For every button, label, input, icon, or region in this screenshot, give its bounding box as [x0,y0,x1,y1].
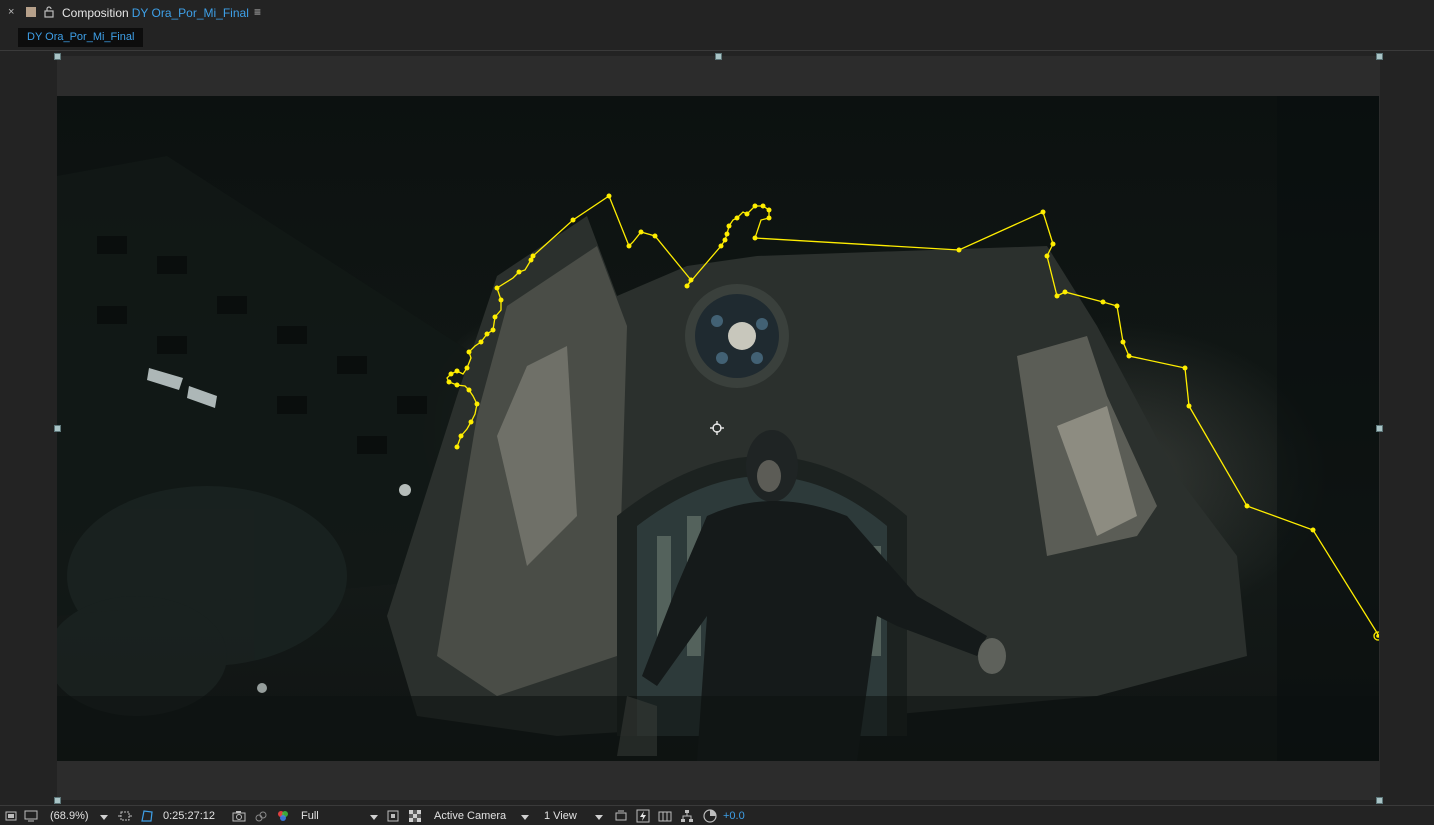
composition-viewer[interactable] [0,51,1434,805]
label-color-swatch[interactable] [26,7,36,17]
rgb-channels-icon[interactable] [276,809,290,823]
toggle-pixel-aspect-icon[interactable] [614,809,628,823]
layer-handle-top-center[interactable] [715,53,722,60]
panel-title: Composition DY Ora_Por_Mi_Final [62,6,249,20]
view-layout-chevron-down-icon[interactable] [595,815,603,820]
lock-icon[interactable] [44,6,54,18]
layer-handle-middle-left[interactable] [54,425,61,432]
transparency-grid-icon[interactable] [408,809,422,823]
close-icon[interactable]: × [8,6,18,18]
panel-menu-icon[interactable]: ≡ [254,6,264,18]
region-of-interest-icon[interactable] [118,809,132,823]
layer-handle-middle-right[interactable] [1376,425,1383,432]
flowchart-icon[interactable] [680,809,694,823]
layer-handle-bottom-left[interactable] [54,797,61,804]
reset-exposure-icon[interactable] [703,809,717,823]
camera-view-dropdown[interactable]: Active Camera [434,809,506,823]
magnification-dropdown[interactable]: (68.9%) [50,809,89,823]
composition-tab[interactable]: DY Ora_Por_Mi_Final [18,28,144,47]
view-layout-dropdown[interactable]: 1 View [544,809,577,823]
panel-header: × Composition DY Ora_Por_Mi_Final ≡ [0,0,1434,26]
layer-handle-top-right[interactable] [1376,53,1383,60]
timeline-icon[interactable] [658,809,672,823]
monitor-icon[interactable] [24,809,38,823]
camera-snapshot-icon[interactable] [232,809,246,823]
show-snapshot-icon[interactable] [254,809,268,823]
region-toggle-icon[interactable] [386,809,400,823]
always-preview-icon[interactable] [4,809,18,823]
fast-previews-icon[interactable] [636,809,650,823]
camera-view-chevron-down-icon[interactable] [521,815,529,820]
toggle-mask-visibility-icon[interactable] [140,809,154,823]
composition-name[interactable]: DY Ora_Por_Mi_Final [132,6,249,20]
magnification-chevron-down-icon[interactable] [100,815,108,820]
layer-handle-top-left[interactable] [54,53,61,60]
resolution-chevron-down-icon[interactable] [370,815,378,820]
anchor-point-icon[interactable] [710,421,724,435]
viewer-toolbar: (68.9%) 0:25:27:12 Full Active Camera 1 … [0,805,1434,825]
composition-tab-bar: DY Ora_Por_Mi_Final [0,26,1434,50]
exposure-value[interactable]: +0.0 [723,809,745,823]
current-time[interactable]: 0:25:27:12 [163,809,215,823]
resolution-dropdown[interactable]: Full [301,809,319,823]
layer-handle-bottom-right[interactable] [1376,797,1383,804]
panel-label: Composition [62,6,129,20]
